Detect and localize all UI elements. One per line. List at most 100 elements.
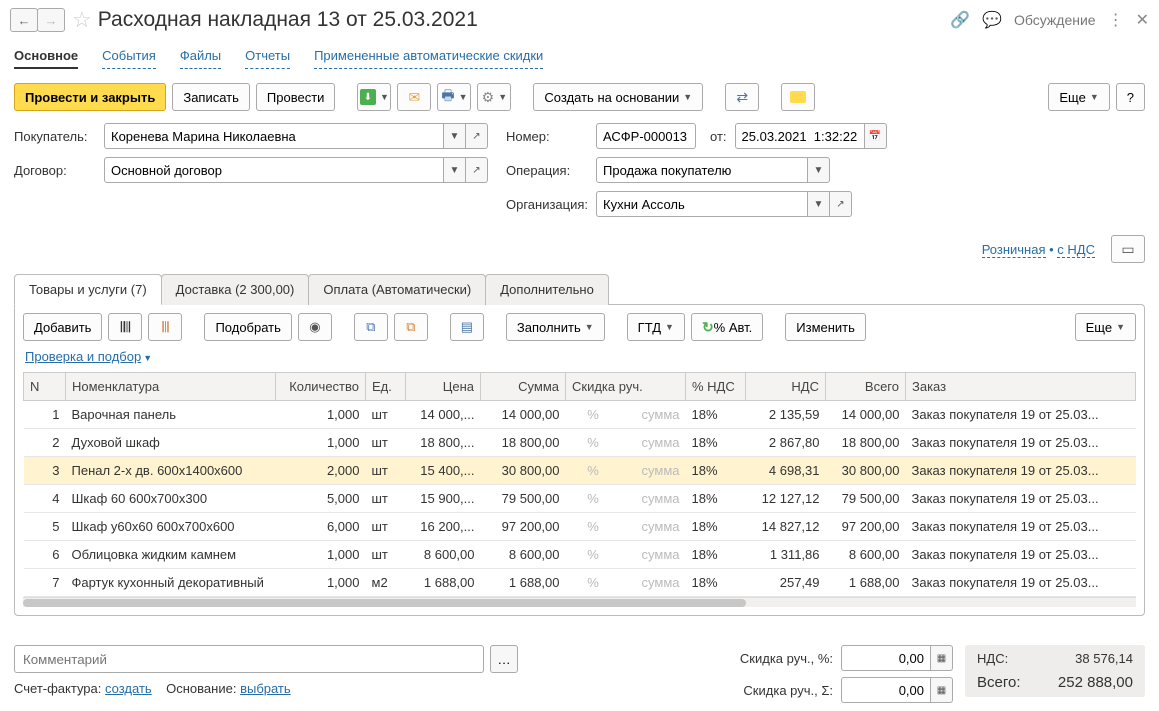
copy-button[interactable]: ⧉ bbox=[354, 313, 388, 341]
nav-tab-events[interactable]: События bbox=[102, 48, 156, 69]
gear-icon: ⚙ bbox=[482, 89, 495, 106]
envelope-icon: ✉ bbox=[409, 89, 421, 106]
load-button[interactable]: ⬇▼ bbox=[357, 83, 391, 111]
col-n[interactable]: N bbox=[24, 373, 66, 401]
vat-link[interactable]: с НДС bbox=[1057, 242, 1095, 258]
col-unit[interactable]: Ед. bbox=[366, 373, 406, 401]
date-picker-button[interactable]: 📅 bbox=[865, 123, 887, 149]
post-button[interactable]: Провести bbox=[256, 83, 336, 111]
table-row[interactable]: 4Шкаф 60 600х700х3005,000шт15 900,...79 … bbox=[24, 485, 1136, 513]
grand-total-value: 252 888,00 bbox=[1058, 674, 1133, 691]
barcode-icon bbox=[121, 319, 130, 336]
view-button[interactable]: ◉ bbox=[298, 313, 332, 341]
nav-tab-auto-discounts[interactable]: Примененные автоматические скидки bbox=[314, 48, 543, 69]
org-dropdown-button[interactable]: ▼ bbox=[808, 191, 830, 217]
items-table[interactable]: N Номенклатура Количество Ед. Цена Сумма… bbox=[23, 372, 1136, 597]
disc-pct-calc-button[interactable]: ▦ bbox=[931, 645, 953, 671]
link-icon[interactable]: 🔗 bbox=[950, 10, 970, 30]
nav-tab-reports[interactable]: Отчеты bbox=[245, 48, 290, 69]
tab-goods[interactable]: Товары и услуги (7) bbox=[14, 274, 162, 305]
change-button[interactable]: Изменить bbox=[785, 313, 866, 341]
auto-pct-button[interactable]: ↻ % Авт. bbox=[691, 313, 763, 341]
basis-select-link[interactable]: выбрать bbox=[240, 681, 291, 696]
barcode-button-2[interactable] bbox=[148, 313, 182, 341]
org-open-button[interactable]: ↗ bbox=[830, 191, 852, 217]
discuss-icon[interactable]: 💬 bbox=[982, 10, 1002, 30]
horizontal-scrollbar[interactable] bbox=[23, 597, 1136, 607]
fill-button[interactable]: Заполнить▼ bbox=[506, 313, 605, 341]
comment-ellipsis-button[interactable]: … bbox=[490, 645, 518, 673]
retail-link[interactable]: Розничная bbox=[982, 242, 1046, 258]
disc-pct-input[interactable] bbox=[841, 645, 931, 671]
download-icon: ⬇ bbox=[360, 89, 376, 105]
buyer-label: Покупатель: bbox=[14, 129, 104, 144]
import-icon: ▤ bbox=[461, 319, 473, 335]
vat-total-label: НДС: bbox=[977, 651, 1008, 666]
nav-tab-main[interactable]: Основное bbox=[14, 48, 78, 69]
barcode-button-1[interactable] bbox=[108, 313, 142, 341]
nav-forward-button[interactable]: → bbox=[37, 8, 65, 32]
save-button[interactable]: Записать bbox=[172, 83, 250, 111]
tab-payment[interactable]: Оплата (Автоматически) bbox=[308, 274, 486, 305]
eye-icon: ◉ bbox=[309, 319, 320, 335]
favorite-star-icon[interactable]: ☆ bbox=[72, 7, 92, 33]
table-row[interactable]: 5Шкаф у60х60 600х700х6006,000шт16 200,..… bbox=[24, 513, 1136, 541]
email-button[interactable]: ✉ bbox=[397, 83, 431, 111]
table-more-button[interactable]: Еще▼ bbox=[1075, 313, 1136, 341]
operation-dropdown-button[interactable]: ▼ bbox=[808, 157, 830, 183]
kebab-menu-icon[interactable]: ⋮ bbox=[1108, 10, 1124, 30]
buyer-input[interactable] bbox=[104, 123, 444, 149]
contract-dropdown-button[interactable]: ▼ bbox=[444, 157, 466, 183]
card-button[interactable]: ▭ bbox=[1111, 235, 1145, 263]
col-total[interactable]: Всего bbox=[826, 373, 906, 401]
settings-button[interactable]: ⚙▼ bbox=[477, 83, 511, 111]
table-row[interactable]: 7Фартук кухонный декоративный1,000м21 68… bbox=[24, 569, 1136, 597]
paste-button[interactable]: ⧉ bbox=[394, 313, 428, 341]
table-row[interactable]: 3Пенал 2-х дв. 600х1400х6002,000шт15 400… bbox=[24, 457, 1136, 485]
col-vat[interactable]: НДС bbox=[746, 373, 826, 401]
add-row-button[interactable]: Добавить bbox=[23, 313, 102, 341]
more-button[interactable]: Еще▼ bbox=[1048, 83, 1109, 111]
org-input[interactable] bbox=[596, 191, 808, 217]
highlight-button[interactable] bbox=[781, 83, 815, 111]
check-select-link[interactable]: Проверка и подбор bbox=[25, 349, 141, 364]
col-item[interactable]: Номенклатура bbox=[66, 373, 276, 401]
date-input[interactable] bbox=[735, 123, 865, 149]
operation-input[interactable] bbox=[596, 157, 808, 183]
contract-label: Договор: bbox=[14, 163, 104, 178]
col-sum[interactable]: Сумма bbox=[481, 373, 566, 401]
col-vat-pct[interactable]: % НДС bbox=[686, 373, 746, 401]
print-icon: 🖶 bbox=[441, 85, 454, 109]
gtd-button[interactable]: ГТД▼ bbox=[627, 313, 685, 341]
post-and-close-button[interactable]: Провести и закрыть bbox=[14, 83, 166, 111]
number-input[interactable] bbox=[596, 123, 696, 149]
comment-input[interactable] bbox=[14, 645, 484, 673]
help-button[interactable]: ? bbox=[1116, 83, 1145, 111]
buyer-open-button[interactable]: ↗ bbox=[466, 123, 488, 149]
tab-delivery[interactable]: Доставка (2 300,00) bbox=[161, 274, 310, 305]
col-qty[interactable]: Количество bbox=[276, 373, 366, 401]
print-button[interactable]: 🖶▼ bbox=[437, 83, 471, 111]
contract-input[interactable] bbox=[104, 157, 444, 183]
page-title: Расходная накладная 13 от 25.03.2021 bbox=[98, 8, 478, 32]
structure-button[interactable]: ⇄ bbox=[725, 83, 759, 111]
col-man-disc[interactable]: Скидка руч. bbox=[566, 373, 686, 401]
buyer-dropdown-button[interactable]: ▼ bbox=[444, 123, 466, 149]
close-icon[interactable]: ✕ bbox=[1136, 10, 1149, 30]
nav-tab-files[interactable]: Файлы bbox=[180, 48, 221, 69]
nav-back-button[interactable]: ← bbox=[10, 8, 38, 32]
table-row[interactable]: 6Облицовка жидким камнем1,000шт8 600,008… bbox=[24, 541, 1136, 569]
discuss-label[interactable]: Обсуждение bbox=[1014, 12, 1096, 28]
table-row[interactable]: 1Варочная панель1,000шт14 000,...14 000,… bbox=[24, 401, 1136, 429]
tab-extra[interactable]: Дополнительно bbox=[485, 274, 609, 305]
import-button[interactable]: ▤ bbox=[450, 313, 484, 341]
col-price[interactable]: Цена bbox=[406, 373, 481, 401]
disc-sum-calc-button[interactable]: ▦ bbox=[931, 677, 953, 703]
invoice-create-link[interactable]: создать bbox=[105, 681, 152, 696]
table-row[interactable]: 2Духовой шкаф1,000шт18 800,...18 800,00%… bbox=[24, 429, 1136, 457]
create-based-button[interactable]: Создать на основании▼ bbox=[533, 83, 703, 111]
select-items-button[interactable]: Подобрать bbox=[204, 313, 291, 341]
contract-open-button[interactable]: ↗ bbox=[466, 157, 488, 183]
disc-sum-input[interactable] bbox=[841, 677, 931, 703]
col-order[interactable]: Заказ bbox=[906, 373, 1136, 401]
